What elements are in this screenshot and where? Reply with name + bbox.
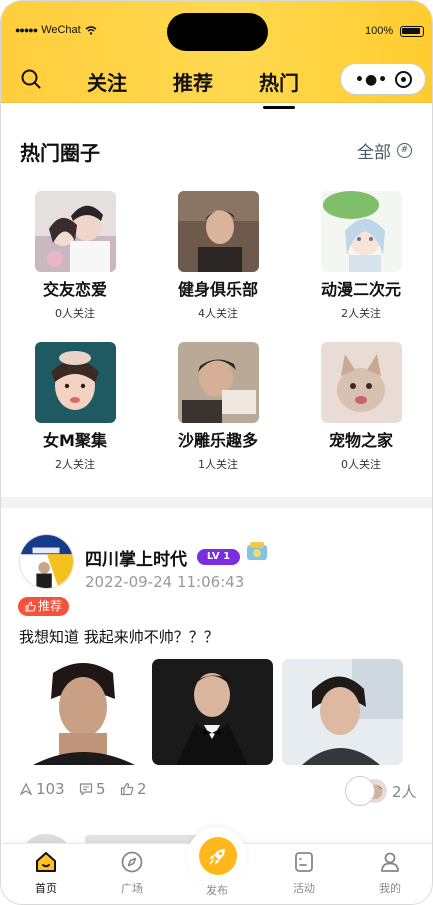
post-stats: 103 5 2 2人 [19,776,419,806]
tab-hot[interactable]: 热门 [259,67,299,109]
signal-icon: ●●●●● [15,25,38,35]
circle-thumbnail [34,191,116,272]
section-divider [1,497,432,508]
app-screen: ●●●●● WeChat 100% 关注 推荐 热门 •●• 热门圈子 全部 # [0,0,433,905]
author-name[interactable]: 四川掌上时代 [85,545,187,570]
close-miniprogram-icon[interactable] [395,71,412,88]
post-time: 2022-09-24 11:06:43 [85,573,245,591]
tab-recommended[interactable]: 推荐 [173,67,213,96]
tab-home[interactable]: 首页 [16,850,76,896]
circle-followers: 0人关注 [55,307,95,320]
recommended-badge: 推荐 [18,597,70,616]
recommended-label: 推荐 [38,599,63,613]
rocket-icon [209,849,225,865]
circle-item[interactable]: 女M聚集 2人关注 [10,342,140,472]
viewer-placeholder [345,776,375,806]
tab-following[interactable]: 关注 [87,67,127,96]
repost-icon [19,782,33,796]
circle-name: 健身俱乐部 [177,280,258,299]
circle-name: 沙雕乐趣多 [177,431,258,450]
battery-icon [400,26,424,37]
more-icon[interactable]: •●• [355,73,388,87]
comment-icon [79,783,93,796]
thumbs-up-icon [25,601,36,612]
repost-count: 103 [36,780,65,798]
post-image[interactable] [282,659,403,765]
tab-publish-label: 发布 [206,884,228,897]
circle-item[interactable]: 动漫二次元 2人关注 [296,191,426,321]
level-badge: LV 1 [197,549,240,565]
post-image[interactable] [152,659,273,765]
circle-followers: 2人关注 [55,458,95,471]
hash-icon: # [397,143,412,158]
miniprogram-capsule: •●• [340,63,426,95]
medal-icon [247,542,267,560]
circle-thumbnail [320,342,402,423]
circle-name: 宠物之家 [328,431,393,450]
circle-followers: 4人关注 [198,307,238,320]
like-icon [120,782,134,796]
tab-profile[interactable]: 我的 [360,850,420,896]
profile-icon [381,852,399,872]
author-avatar[interactable] [19,534,74,589]
circle-item[interactable]: 健身俱乐部 4人关注 [153,191,283,321]
circle-followers: 2人关注 [341,307,381,320]
circle-thumbnail [177,191,259,272]
post-text: 我想知道 我起来帅不帅？？？ [19,628,219,646]
circle-item[interactable]: 沙雕乐趣多 1人关注 [153,342,283,472]
circle-thumbnail [320,191,402,272]
home-icon [36,852,56,872]
circle-followers: 0人关注 [341,458,381,471]
circle-thumbnail [177,342,259,423]
tab-activity-label: 活动 [293,882,315,895]
circle-name: 交友恋爱 [42,280,107,299]
status-bar: ●●●●● WeChat 100% [1,1,432,51]
circle-name: 女M聚集 [43,431,107,450]
comment-button[interactable]: 5 [79,780,106,798]
top-nav: 关注 推荐 热门 •●• [1,59,432,109]
circle-thumbnail [34,342,116,423]
circle-item[interactable]: 交友恋爱 0人关注 [10,191,140,321]
circle-followers: 1人关注 [198,458,238,471]
circle-item[interactable]: 宠物之家 0人关注 [296,342,426,472]
like-count: 2 [137,780,147,798]
carrier-name: WeChat [41,24,81,36]
circle-name: 动漫二次元 [320,280,401,299]
compass-icon [121,851,143,873]
activity-icon [295,852,313,872]
tab-activity[interactable]: 活动 [274,850,334,896]
publish-button[interactable] [199,837,237,875]
all-circles-link[interactable]: 全部 # [357,138,412,163]
tab-square[interactable]: 广场 [102,850,162,896]
viewers[interactable]: 2人 [345,776,417,806]
battery-level: 100% [365,25,394,37]
comment-count: 5 [96,780,106,798]
hot-circles-title: 热门圈子 [20,141,100,165]
camera-notch [167,13,268,51]
repost-button[interactable]: 103 [19,780,65,798]
wifi-icon [85,25,97,35]
like-button[interactable]: 2 [120,780,147,798]
tab-home-label: 首页 [35,882,57,895]
header: ●●●●● WeChat 100% 关注 推荐 热门 •●• [1,1,432,109]
search-icon[interactable] [21,69,41,89]
viewer-count: 2人 [392,782,417,801]
tab-profile-label: 我的 [379,882,401,895]
all-circles-label: 全部 [357,143,391,163]
post-image[interactable] [23,659,144,765]
tab-square-label: 广场 [121,882,143,895]
carrier: ●●●●● WeChat [15,24,97,36]
